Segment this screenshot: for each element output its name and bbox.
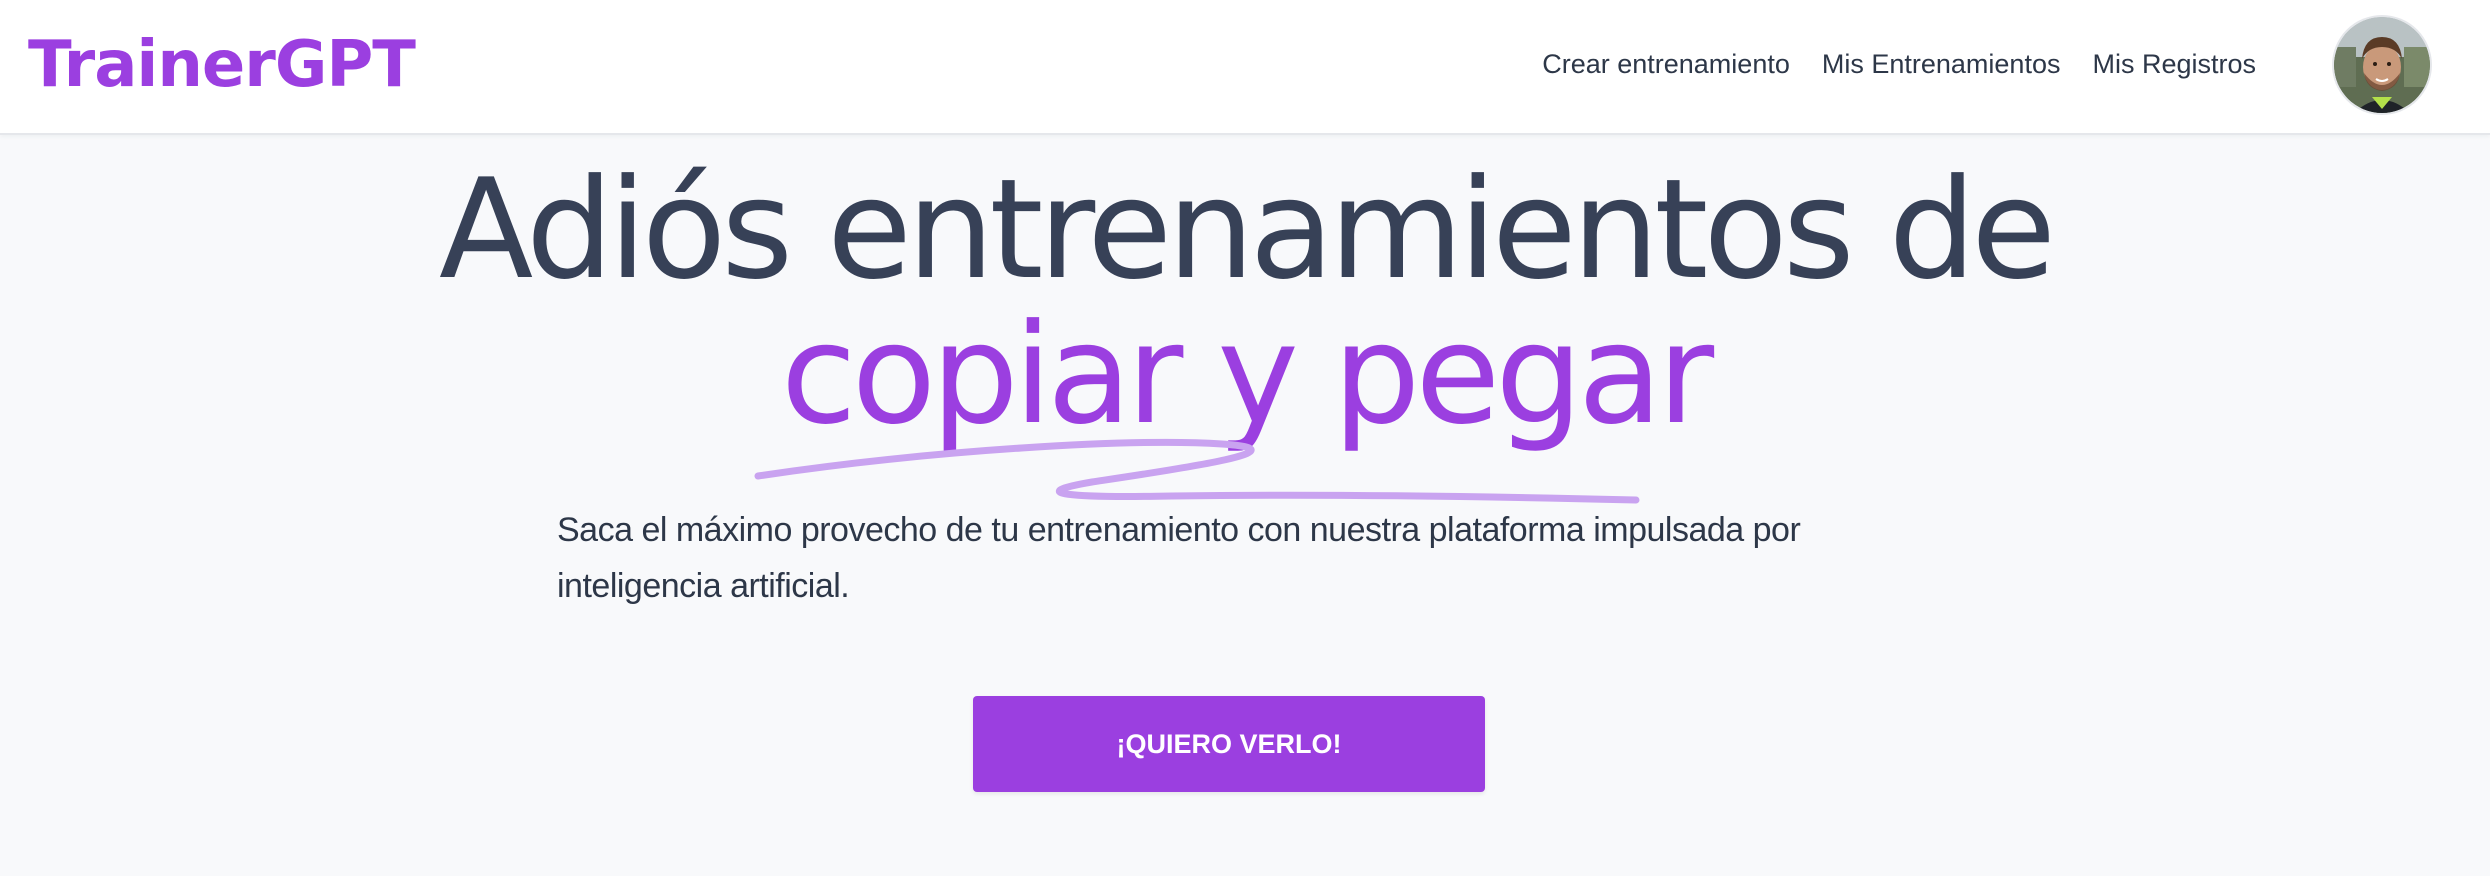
hero-title-line1: Adiós entrenamientos de xyxy=(438,149,2056,310)
brand-logo[interactable]: TrainerGPT xyxy=(28,26,416,104)
user-avatar[interactable] xyxy=(2334,17,2430,113)
user-avatar-icon xyxy=(2334,17,2430,113)
nav-link-mis-registros[interactable]: Mis Registros xyxy=(2092,46,2256,82)
cta-quiero-verlo-button[interactable]: ¡QUIERO VERLO! xyxy=(973,696,1485,792)
nav-links: Crear entrenamiento Mis Entrenamientos M… xyxy=(1542,46,2256,82)
hero-subtitle: Saca el máximo provecho de tu entrenamie… xyxy=(557,511,1801,605)
nav-link-crear-entrenamiento[interactable]: Crear entrenamiento xyxy=(1542,46,1790,82)
navbar: TrainerGPT Crear entrenamiento Mis Entre… xyxy=(0,0,2490,135)
nav-link-mis-entrenamientos[interactable]: Mis Entrenamientos xyxy=(1822,46,2061,82)
